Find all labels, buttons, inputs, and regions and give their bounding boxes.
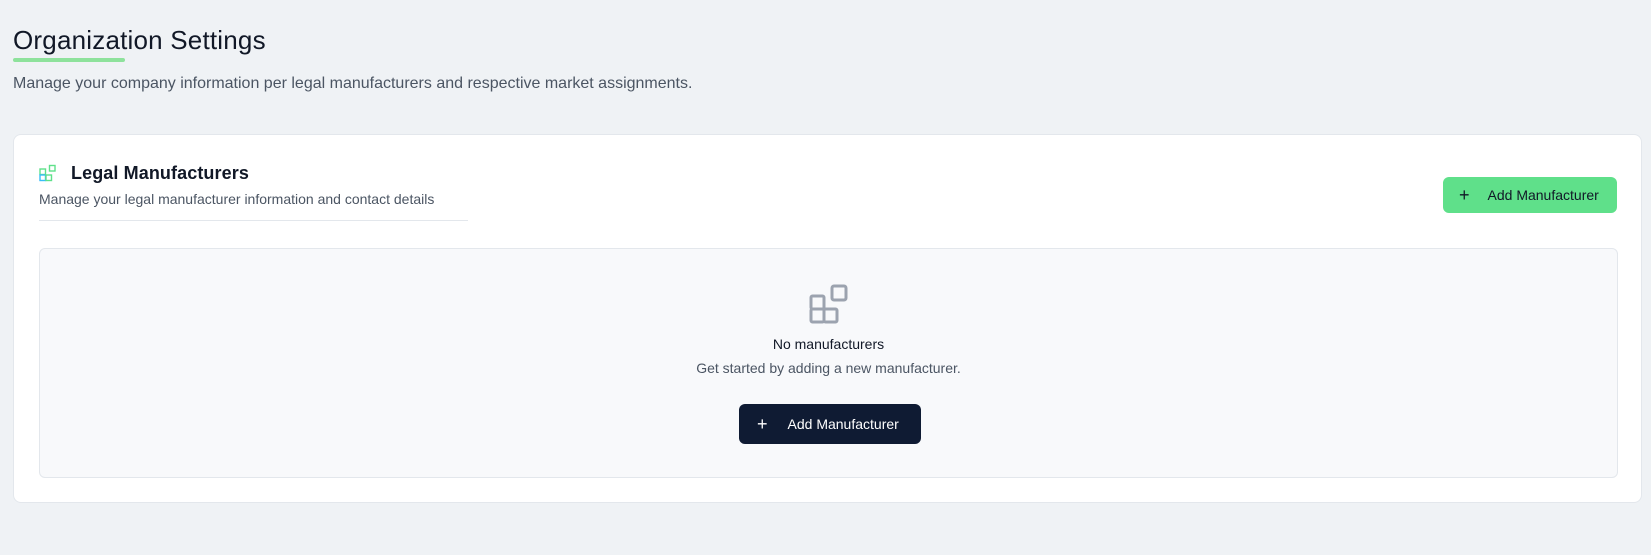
card-title-row: Legal Manufacturers	[39, 162, 468, 184]
title-underline	[13, 58, 125, 62]
page-title: Organization Settings	[13, 25, 266, 55]
add-manufacturer-button-label: Add Manufacturer	[1487, 187, 1599, 203]
empty-state: No manufacturers Get started by adding a…	[39, 248, 1618, 478]
empty-state-description: Get started by adding a new manufacturer…	[696, 360, 961, 376]
card-divider	[39, 220, 468, 221]
card-title: Legal Manufacturers	[71, 162, 249, 183]
squares-plus-icon	[39, 164, 57, 182]
empty-state-title: No manufacturers	[772, 336, 885, 352]
add-manufacturer-empty-button[interactable]: + Add Manufacturer	[739, 404, 921, 444]
add-manufacturer-empty-button-label: Add Manufacturer	[787, 416, 899, 432]
add-manufacturer-button[interactable]: + Add Manufacturer	[1443, 177, 1617, 213]
plus-icon: +	[1459, 185, 1470, 205]
organization-settings-page: Organization Settings Manage your compan…	[0, 0, 1651, 555]
plus-icon: +	[757, 414, 768, 434]
card-description: Manage your legal manufacturer informati…	[39, 191, 435, 207]
page-subtitle: Manage your company information per lega…	[13, 75, 693, 92]
card-header: Legal Manufacturers Manage your legal ma…	[39, 162, 468, 221]
legal-manufacturers-card: Legal Manufacturers Manage your legal ma…	[13, 134, 1642, 503]
squares-plus-icon	[808, 283, 852, 325]
